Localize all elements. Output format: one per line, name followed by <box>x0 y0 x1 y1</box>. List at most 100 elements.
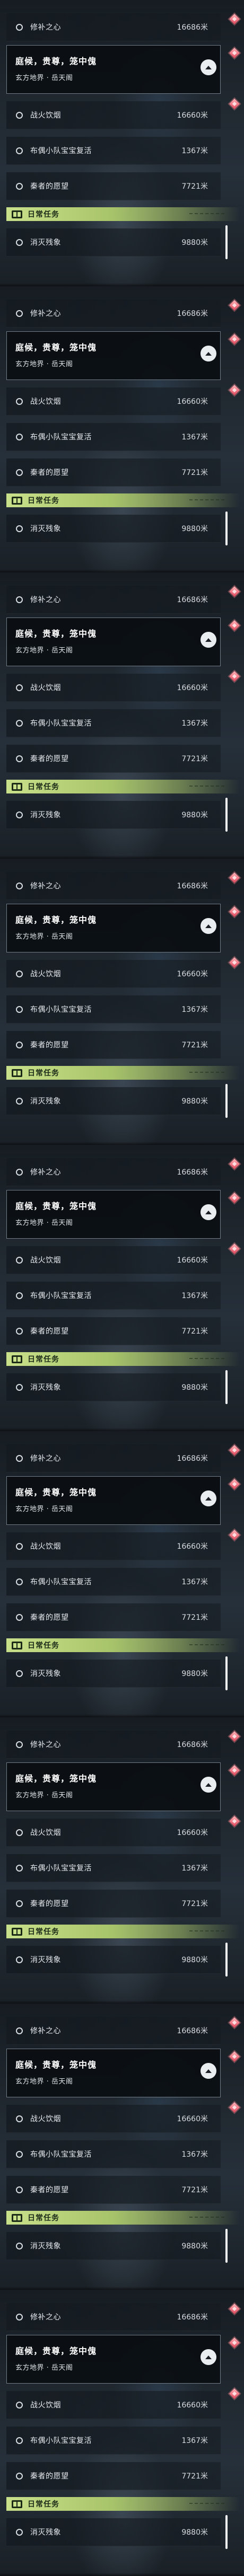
collapse-button[interactable] <box>201 1777 216 1793</box>
collapse-button[interactable] <box>201 2063 216 2079</box>
daily-tasks-header[interactable]: 日常任务 <box>6 2211 240 2225</box>
active-quest-card[interactable]: 庭候，贵尊，笼中傀 玄方地界 · 岳天阁 <box>6 1476 221 1525</box>
quest-row[interactable]: 布偶小队宝宝复活 1367米 <box>6 709 221 737</box>
active-quest-card[interactable]: 庭候，贵尊，笼中傀 玄方地界 · 岳天阁 <box>6 331 221 380</box>
scrollbar-thumb[interactable] <box>225 1943 228 1977</box>
diamond-waypoint-icon[interactable] <box>229 334 240 345</box>
active-quest-card[interactable]: 庭候，贵尊，笼中傀 玄方地界 · 岳天阁 <box>6 1190 221 1239</box>
quest-row[interactable]: 战火饮烟 16660米 <box>6 1246 221 1274</box>
quest-row[interactable]: 战火饮烟 16660米 <box>6 674 221 702</box>
quest-row-tracked[interactable]: 修补之心 16686米 <box>6 1158 221 1186</box>
quest-row[interactable]: 秦者的愿望 7721米 <box>6 1890 221 1918</box>
quest-row[interactable]: 秦者的愿望 7721米 <box>6 2462 221 2490</box>
daily-tasks-header[interactable]: 日常任务 <box>6 1066 240 1080</box>
diamond-waypoint-icon[interactable] <box>229 2017 240 2028</box>
daily-tasks-header[interactable]: 日常任务 <box>6 1352 240 1366</box>
daily-quest-row[interactable]: 消灭残象 9880米 <box>6 1087 221 1115</box>
quest-row[interactable]: 布偶小队宝宝复活 1367米 <box>6 2427 221 2455</box>
diamond-waypoint-icon[interactable] <box>229 1731 240 1742</box>
diamond-waypoint-icon[interactable] <box>229 1765 240 1776</box>
quest-row[interactable]: 布偶小队宝宝复活 1367米 <box>6 137 221 165</box>
collapse-button[interactable] <box>201 59 216 75</box>
diamond-waypoint-icon[interactable] <box>229 2102 240 2113</box>
collapse-button[interactable] <box>201 918 216 934</box>
quest-row[interactable]: 战火饮烟 16660米 <box>6 1819 221 1847</box>
active-quest-card[interactable]: 庭候，贵尊，笼中傀 玄方地界 · 岳天阁 <box>6 45 221 94</box>
quest-row-tracked[interactable]: 修补之心 16686米 <box>6 299 221 328</box>
daily-tasks-header[interactable]: 日常任务 <box>6 1638 240 1652</box>
diamond-waypoint-icon[interactable] <box>229 2304 240 2314</box>
diamond-waypoint-icon[interactable] <box>229 2388 240 2399</box>
daily-quest-row[interactable]: 消灭残象 9880米 <box>6 801 221 829</box>
quest-row-tracked[interactable]: 修补之心 16686米 <box>6 2303 221 2331</box>
diamond-waypoint-icon[interactable] <box>229 385 240 395</box>
diamond-waypoint-icon[interactable] <box>229 1193 240 1203</box>
quest-row[interactable]: 战火饮烟 16660米 <box>6 2391 221 2419</box>
daily-quest-row[interactable]: 消灭残象 9880米 <box>6 1660 221 1688</box>
quest-row[interactable]: 布偶小队宝宝复活 1367米 <box>6 1282 221 1310</box>
diamond-waypoint-icon[interactable] <box>229 1243 240 1254</box>
daily-tasks-header[interactable]: 日常任务 <box>6 207 240 221</box>
quest-row[interactable]: 秦者的愿望 7721米 <box>6 745 221 773</box>
diamond-waypoint-icon[interactable] <box>229 2051 240 2062</box>
collapse-button[interactable] <box>201 2349 216 2365</box>
quest-row[interactable]: 战火饮烟 16660米 <box>6 101 221 129</box>
daily-quest-row[interactable]: 消灭残象 9880米 <box>6 515 221 543</box>
scrollbar-thumb[interactable] <box>225 2229 228 2263</box>
active-quest-card[interactable]: 庭候，贵尊，笼中傀 玄方地界 · 岳天阁 <box>6 617 221 666</box>
diamond-waypoint-icon[interactable] <box>229 586 240 597</box>
scrollbar-thumb[interactable] <box>225 798 228 832</box>
diamond-waypoint-icon[interactable] <box>229 957 240 968</box>
daily-tasks-header[interactable]: 日常任务 <box>6 2497 240 2511</box>
daily-quest-row[interactable]: 消灭残象 9880米 <box>6 2518 221 2546</box>
scrollbar-thumb[interactable] <box>225 1084 228 1118</box>
quest-row[interactable]: 布偶小队宝宝复活 1367米 <box>6 1568 221 1596</box>
scrollbar-thumb[interactable] <box>225 511 228 545</box>
collapse-button[interactable] <box>201 346 216 361</box>
quest-row-tracked[interactable]: 修补之心 16686米 <box>6 2017 221 2045</box>
diamond-waypoint-icon[interactable] <box>229 620 240 631</box>
quest-row[interactable]: 秦者的愿望 7721米 <box>6 2176 221 2204</box>
quest-row-tracked[interactable]: 修补之心 16686米 <box>6 586 221 614</box>
scrollbar-thumb[interactable] <box>225 1370 228 1404</box>
scrollbar-thumb[interactable] <box>225 2515 228 2549</box>
diamond-waypoint-icon[interactable] <box>229 906 240 917</box>
quest-row-tracked[interactable]: 修补之心 16686米 <box>6 872 221 900</box>
diamond-waypoint-icon[interactable] <box>229 1530 240 1540</box>
diamond-waypoint-icon[interactable] <box>229 2337 240 2348</box>
quest-row[interactable]: 战火饮烟 16660米 <box>6 1532 221 1560</box>
quest-row[interactable]: 布偶小队宝宝复活 1367米 <box>6 1854 221 1882</box>
daily-quest-row[interactable]: 消灭残象 9880米 <box>6 228 221 257</box>
quest-row[interactable]: 秦者的愿望 7721米 <box>6 1317 221 1345</box>
diamond-waypoint-icon[interactable] <box>229 300 240 311</box>
scrollbar-thumb[interactable] <box>225 1656 228 1690</box>
quest-row[interactable]: 秦者的愿望 7721米 <box>6 172 221 200</box>
collapse-button[interactable] <box>201 1204 216 1220</box>
diamond-waypoint-icon[interactable] <box>229 14 240 24</box>
active-quest-card[interactable]: 庭候，贵尊，笼中傀 玄方地界 · 岳天阁 <box>6 904 221 952</box>
quest-row[interactable]: 战火饮烟 16660米 <box>6 960 221 988</box>
diamond-waypoint-icon[interactable] <box>229 1445 240 1455</box>
quest-row[interactable]: 秦者的愿望 7721米 <box>6 1031 221 1059</box>
quest-row[interactable]: 布偶小队宝宝复活 1367米 <box>6 2140 221 2168</box>
active-quest-card[interactable]: 庭候，贵尊，笼中傀 玄方地界 · 岳天阁 <box>6 1762 221 1811</box>
daily-quest-row[interactable]: 消灭残象 9880米 <box>6 1946 221 1974</box>
diamond-waypoint-icon[interactable] <box>229 671 240 682</box>
collapse-button[interactable] <box>201 1490 216 1506</box>
diamond-waypoint-icon[interactable] <box>229 1816 240 1827</box>
diamond-waypoint-icon[interactable] <box>229 1479 240 1489</box>
daily-tasks-header[interactable]: 日常任务 <box>6 780 240 793</box>
scrollbar-thumb[interactable] <box>225 225 228 259</box>
collapse-button[interactable] <box>201 632 216 648</box>
quest-row[interactable]: 布偶小队宝宝复活 1367米 <box>6 995 221 1024</box>
quest-row[interactable]: 秦者的愿望 7721米 <box>6 1603 221 1631</box>
quest-row[interactable]: 战火饮烟 16660米 <box>6 387 221 416</box>
daily-tasks-header[interactable]: 日常任务 <box>6 1925 240 1938</box>
quest-row[interactable]: 布偶小队宝宝复活 1367米 <box>6 423 221 451</box>
daily-quest-row[interactable]: 消灭残象 9880米 <box>6 2232 221 2260</box>
active-quest-card[interactable]: 庭候，贵尊，笼中傀 玄方地界 · 岳天阁 <box>6 2049 221 2097</box>
quest-row[interactable]: 战火饮烟 16660米 <box>6 2105 221 2133</box>
diamond-waypoint-icon[interactable] <box>229 1159 240 1169</box>
daily-quest-row[interactable]: 消灭残象 9880米 <box>6 1373 221 1401</box>
quest-row-tracked[interactable]: 修补之心 16686米 <box>6 13 221 41</box>
